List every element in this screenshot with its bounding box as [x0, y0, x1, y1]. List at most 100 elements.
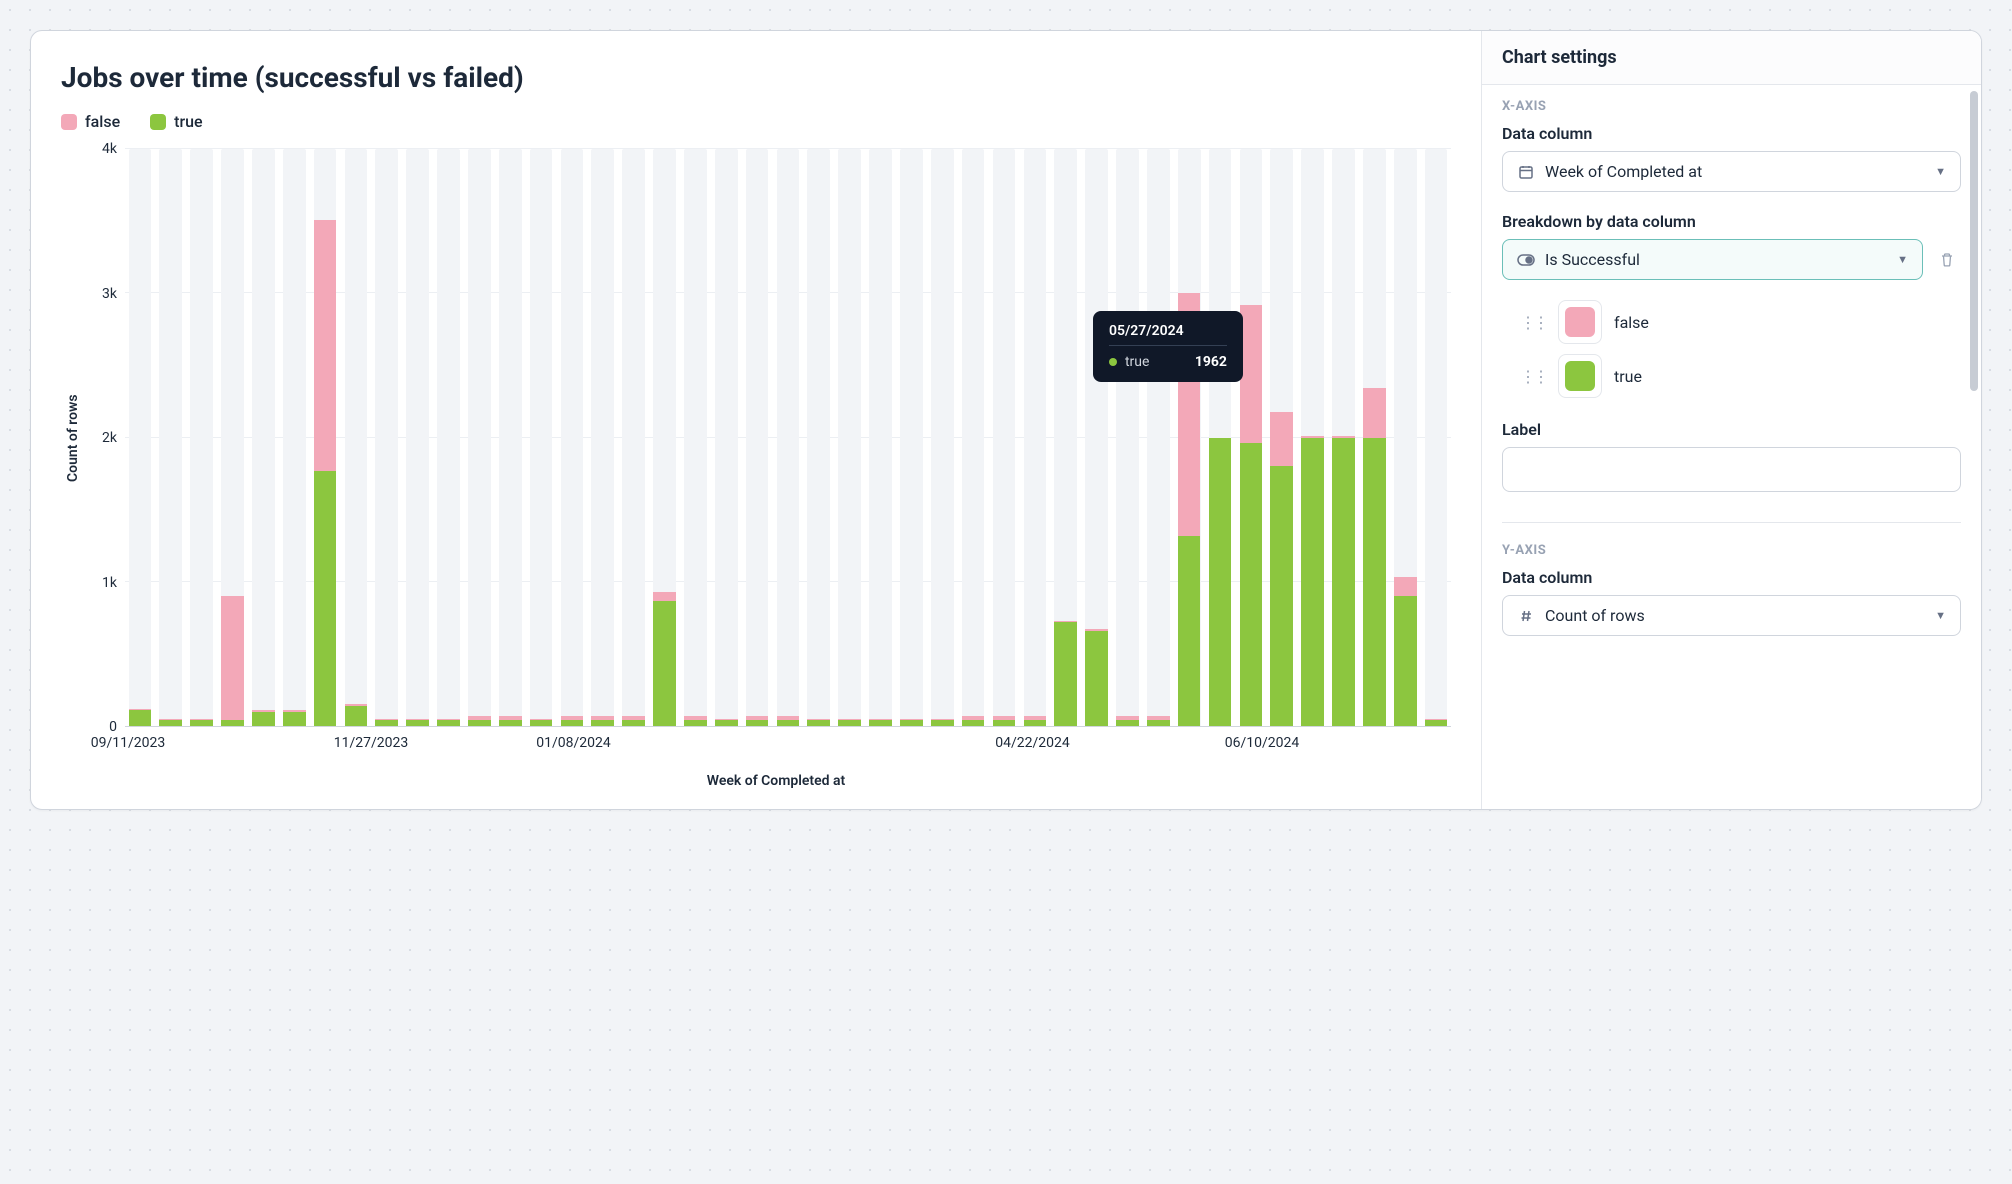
bar-segment-true: [684, 720, 707, 726]
label-input[interactable]: [1502, 447, 1961, 492]
bar-column[interactable]: [187, 149, 217, 726]
yaxis-data-column-value: Count of rows: [1545, 606, 1645, 625]
bar-column[interactable]: [866, 149, 896, 726]
bar-column[interactable]: [1082, 149, 1112, 726]
bar-segment-true: [1394, 596, 1417, 726]
bar-column[interactable]: [1174, 149, 1204, 726]
drag-handle-icon[interactable]: ⋮⋮: [1520, 313, 1546, 332]
bar-segment-true: [653, 601, 676, 726]
bar-column[interactable]: [835, 149, 865, 726]
bar-segment-true: [1147, 720, 1170, 726]
series-color-row-false: ⋮⋮ false: [1520, 300, 1961, 344]
bars-region[interactable]: 05/27/2024 true 1962: [125, 149, 1451, 727]
bar-segment-true: [345, 706, 368, 726]
bar-column[interactable]: [958, 149, 988, 726]
yaxis-data-column-select[interactable]: Count of rows ▼: [1502, 595, 1961, 636]
chevron-down-icon: ▼: [1897, 253, 1908, 266]
bar-column[interactable]: [742, 149, 772, 726]
bar-column[interactable]: [156, 149, 186, 726]
bar-segment-false: [221, 596, 244, 720]
bar-segment-true: [499, 720, 522, 726]
scrollbar-thumb[interactable]: [1970, 91, 1978, 391]
bar-segment-false: [1363, 388, 1386, 437]
bar-column[interactable]: [680, 149, 710, 726]
tooltip-dot-icon: [1109, 358, 1117, 366]
series-color-chip-true[interactable]: [1558, 354, 1602, 398]
bar-column[interactable]: [1051, 149, 1081, 726]
bar-column[interactable]: [434, 149, 464, 726]
bar-segment-false: [1394, 577, 1417, 596]
series-color-chip-false[interactable]: [1558, 300, 1602, 344]
bar-segment-true: [1116, 720, 1139, 726]
bar-segment-false: [653, 592, 676, 601]
bar-column[interactable]: [619, 149, 649, 726]
bar-segment-true: [314, 471, 337, 726]
delete-breakdown-button[interactable]: [1933, 246, 1961, 274]
bar-column[interactable]: [773, 149, 803, 726]
series-color-row-true: ⋮⋮ true: [1520, 354, 1961, 398]
breakdown-select[interactable]: Is Successful ▼: [1502, 239, 1923, 280]
bar-column[interactable]: [248, 149, 278, 726]
bar-column[interactable]: [896, 149, 926, 726]
legend-item-true[interactable]: true: [150, 112, 202, 131]
bar-segment-true: [838, 720, 861, 726]
bar-column[interactable]: [1267, 149, 1297, 726]
xaxis-data-column-select[interactable]: Week of Completed at ▼: [1502, 151, 1961, 192]
plot-wrap: Count of rows 01k2k3k4k 05/27/2024 true …: [61, 149, 1451, 727]
bar-column[interactable]: [1113, 149, 1143, 726]
bar-column[interactable]: [372, 149, 402, 726]
bar-column[interactable]: [1205, 149, 1235, 726]
settings-header: Chart settings: [1482, 31, 1981, 85]
tooltip-value: 1962: [1195, 354, 1227, 370]
bar-segment-true: [900, 720, 923, 726]
bar-column[interactable]: [526, 149, 556, 726]
settings-body: X-AXIS Data column Week of Completed at …: [1482, 85, 1981, 809]
y-tick-label: 1k: [102, 575, 117, 591]
bar-column[interactable]: [588, 149, 618, 726]
bar-column[interactable]: [650, 149, 680, 726]
bar-column[interactable]: [1329, 149, 1359, 726]
y-axis-label: Count of rows: [61, 149, 85, 727]
bar-column[interactable]: [1421, 149, 1451, 726]
bar-column[interactable]: [804, 149, 834, 726]
x-tick-label: 11/27/2023: [334, 735, 409, 751]
calendar-icon: [1517, 163, 1535, 181]
bar-segment-true: [1363, 438, 1386, 727]
bar-column[interactable]: [495, 149, 525, 726]
bar-segment-true: [1425, 720, 1448, 726]
bar-column[interactable]: [1298, 149, 1328, 726]
bar-segment-true: [1178, 536, 1201, 726]
bar-column[interactable]: [125, 149, 155, 726]
bar-column[interactable]: [310, 149, 340, 726]
bar-column[interactable]: [279, 149, 309, 726]
xaxis-data-column-label: Data column: [1502, 124, 1961, 143]
bar-column[interactable]: [1143, 149, 1173, 726]
chevron-down-icon: ▼: [1935, 609, 1946, 622]
bar-column[interactable]: [1359, 149, 1389, 726]
y-tick-label: 4k: [102, 141, 117, 157]
bar-segment-true: [1270, 466, 1293, 726]
y-tick-label: 2k: [102, 430, 117, 446]
bar-column[interactable]: [989, 149, 1019, 726]
x-tick-label: 09/11/2023: [91, 735, 166, 751]
bar-column[interactable]: [464, 149, 494, 726]
bar-segment-true: [437, 720, 460, 726]
x-tick-label: 04/22/2024: [995, 735, 1070, 751]
bar-segment-true: [777, 720, 800, 726]
legend-item-false[interactable]: false: [61, 112, 120, 131]
bar-column[interactable]: [403, 149, 433, 726]
bar-segment-true: [468, 720, 491, 726]
bar-column[interactable]: [927, 149, 957, 726]
drag-handle-icon[interactable]: ⋮⋮: [1520, 367, 1546, 386]
yaxis-data-column-label: Data column: [1502, 568, 1961, 587]
bar-column[interactable]: [218, 149, 248, 726]
bar-column[interactable]: [557, 149, 587, 726]
y-tick-label: 0: [109, 719, 117, 735]
bar-column[interactable]: [1390, 149, 1420, 726]
bar-column[interactable]: [711, 149, 741, 726]
bar-segment-true: [715, 720, 738, 726]
bar-column[interactable]: [1020, 149, 1050, 726]
tooltip-date: 05/27/2024: [1109, 323, 1227, 346]
bar-column[interactable]: [341, 149, 371, 726]
bar-column[interactable]: [1236, 149, 1266, 726]
